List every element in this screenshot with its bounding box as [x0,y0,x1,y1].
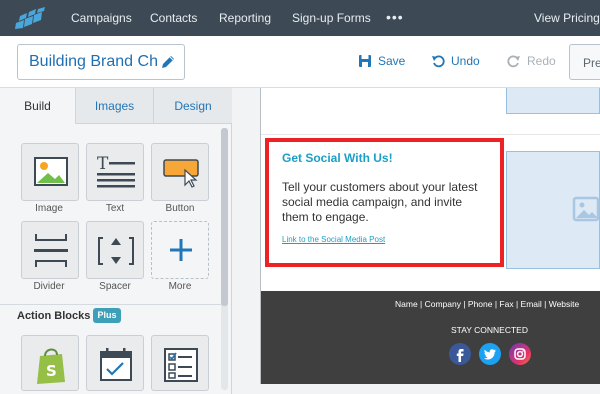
tab-images[interactable]: Images [76,88,154,124]
image-placeholder-top[interactable] [506,88,600,114]
poll-block[interactable] [151,335,209,391]
social-heading[interactable]: Get Social With Us! [282,151,393,165]
nav-contacts[interactable]: Contacts [150,11,197,25]
spacer-block[interactable] [86,221,144,279]
tab-build[interactable]: Build [0,88,76,124]
top-navigation: Campaigns Contacts Reporting Sign-up For… [0,0,600,36]
nav-signup-forms[interactable]: Sign-up Forms [292,11,371,25]
panel-scrollbar-thumb[interactable] [221,128,228,306]
stay-connected-label: STAY CONNECTED [451,325,528,335]
button-cursor-icon [163,159,199,188]
image-placeholder-icon [572,196,600,222]
divider-icon [34,234,68,267]
redo-label: Redo [527,54,556,68]
svg-text:T: T [97,154,109,174]
spacer-block-label: Spacer [99,281,131,292]
facebook-icon [456,349,464,362]
twitter-button[interactable] [479,343,501,365]
redo-button[interactable]: Redo [507,54,556,68]
plus-icon [170,239,192,261]
save-button[interactable]: Save [358,54,405,68]
preview-button[interactable]: Pre [569,44,600,80]
calendar-check-icon [100,348,132,381]
spacer-icon [98,237,134,265]
instagram-button[interactable] [509,343,531,365]
build-panel: Build Images Design Image T Text Button [0,88,232,394]
more-block-label: More [168,281,192,292]
shopify-block[interactable]: S [21,335,79,391]
facebook-button[interactable] [449,343,471,365]
nav-campaigns[interactable]: Campaigns [71,11,132,25]
section-divider [0,304,221,305]
nav-more-menu[interactable]: ••• [386,9,404,25]
image-block[interactable] [21,143,79,201]
instagram-icon [514,348,526,360]
divider-block-label: Divider [33,281,65,292]
undo-button[interactable]: Undo [431,54,480,68]
divider-block[interactable] [21,221,79,279]
row-divider [261,134,600,135]
campaign-title-field[interactable]: Building Brand Cha [17,44,185,80]
tab-design[interactable]: Design [154,88,232,124]
svg-text:S: S [46,362,57,380]
plus-badge: Plus [93,308,121,323]
social-body-text[interactable]: Tell your customers about your latest so… [282,180,488,225]
more-block[interactable] [151,221,209,279]
twitter-icon [483,349,496,360]
shopify-bag-icon: S [37,348,65,384]
text-icon: T [97,154,135,188]
nav-reporting[interactable]: Reporting [219,11,271,25]
pencil-icon[interactable] [160,54,176,70]
action-blocks-title: Action Blocks [17,310,91,322]
nav-view-pricing[interactable]: View Pricing [534,11,600,25]
campaign-title-text: Building Brand Cha [29,53,157,70]
footer-contact-links[interactable]: Name | Company | Phone | Fax | Email | W… [395,299,579,309]
text-block-label: Text [105,203,125,214]
editor-toolbar: Building Brand Cha Save Undo Redo Pre [0,36,600,88]
redo-icon [507,55,520,68]
panel-tabs: Build Images Design [0,88,232,124]
floppy-disk-icon [359,55,371,67]
image-icon [34,157,68,186]
save-label: Save [378,54,406,68]
social-media-link[interactable]: Link to the Social Media Post [282,235,385,244]
event-calendar-block[interactable] [86,335,144,391]
undo-icon [432,55,445,68]
text-block[interactable]: T [86,143,144,201]
checklist-icon [164,348,198,382]
constant-contact-logo-icon[interactable] [14,7,48,29]
button-block[interactable] [151,143,209,201]
image-block-label: Image [35,203,63,214]
button-block-label: Button [165,203,195,214]
undo-label: Undo [451,54,480,68]
